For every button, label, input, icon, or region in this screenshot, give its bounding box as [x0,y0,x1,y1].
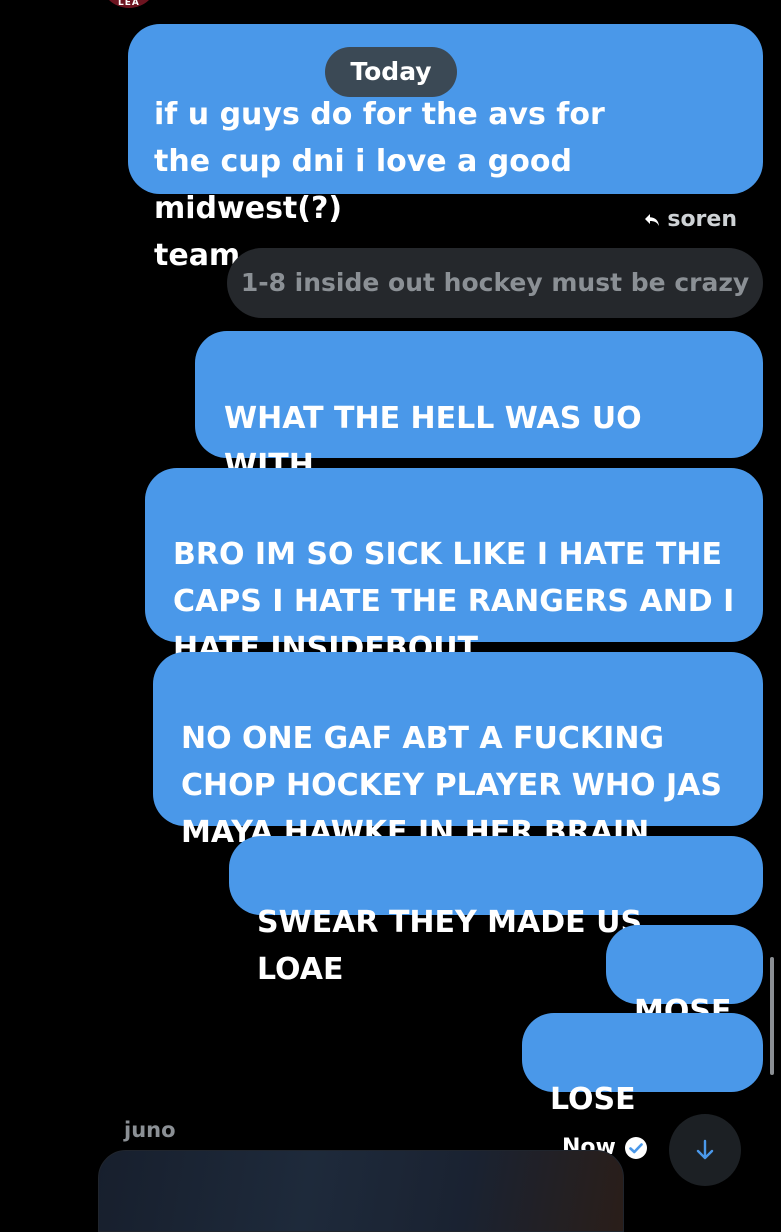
message-bubble[interactable]: WHAT THE HELL WAS UO WITH THAT [195,331,763,530]
message-text: if u guys do for the avs for the cup dni… [154,97,605,273]
message-bubble[interactable]: SWEAR THEY MADE US LOAE [229,836,763,987]
scrollbar[interactable] [770,957,774,1075]
reply-arrow-icon [645,213,660,226]
message-text: BRO IM SO SICK LIKE I HATE THE CAPS I HA… [173,537,735,666]
message-text: NO ONE GAF ABT A FUCKING CHOP HOCKEY PLA… [181,721,722,850]
reply-to-name: soren [667,207,737,232]
avatar-text: LEA [118,0,140,8]
message-bubble[interactable]: MOSE [606,925,763,1029]
quoted-message[interactable]: 1-8 inside out hockey must be crazy [227,248,763,318]
sender-name: juno [124,1118,176,1142]
scroll-to-bottom-button[interactable] [669,1114,741,1186]
message-bubble[interactable]: LOSE Now [522,1013,763,1160]
check-circle-icon [624,1136,647,1159]
message-text: LOSE [550,1082,636,1117]
message-bubble[interactable]: if u guys do for the avs for the cup dni… [128,24,763,273]
date-divider: Today [325,47,457,97]
message-bubble[interactable]: NO ONE GAF ABT A FUCKING CHOP HOCKEY PLA… [153,652,763,850]
arrow-down-icon [696,1139,714,1160]
reply-header: soren [643,207,737,232]
avatar[interactable]: LEA [100,0,158,8]
media-attachment[interactable] [98,1150,624,1232]
message-bubble[interactable]: BRO IM SO SICK LIKE I HATE THE CAPS I HA… [145,468,763,666]
message-text: SWEAR THEY MADE US LOAE [257,905,643,987]
